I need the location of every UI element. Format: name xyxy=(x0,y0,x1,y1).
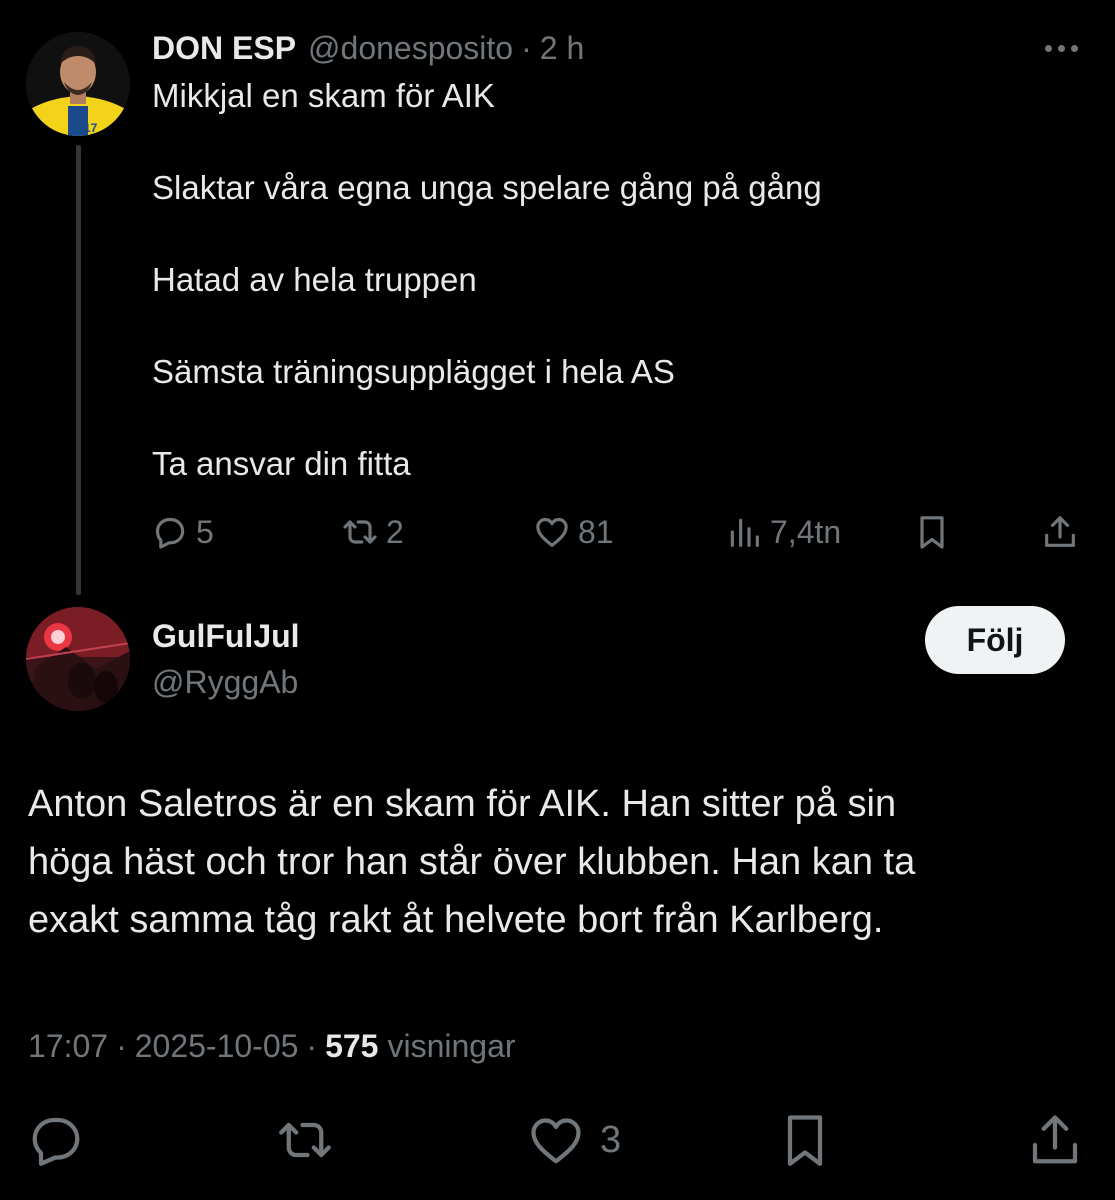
reply-button[interactable] xyxy=(26,1108,86,1172)
share-button[interactable] xyxy=(1025,1108,1085,1172)
tweet-time[interactable]: 17:07 xyxy=(28,1028,108,1065)
bookmark-icon xyxy=(787,1115,823,1166)
more-dots-icon[interactable] xyxy=(1037,32,1085,64)
bookmark-icon xyxy=(920,516,944,549)
share-button[interactable] xyxy=(1040,508,1086,556)
tweet-detail-page: 17 DON ESP @donesposito · 2 h Mikkjal en… xyxy=(0,0,1115,1200)
reply-icon xyxy=(32,1117,80,1166)
parent-handle[interactable]: @donesposito xyxy=(308,30,513,67)
main-action-bar: 3 xyxy=(0,1100,1115,1180)
heart-icon xyxy=(531,1118,581,1164)
like-button[interactable]: 3 xyxy=(526,1108,621,1172)
reply-count: 5 xyxy=(196,513,214,550)
main-tweet-text: Anton Saletros är en skam för AIK. Han s… xyxy=(28,775,1088,949)
author-handle[interactable]: @RyggAb xyxy=(152,664,298,701)
views-count: 7,4tn xyxy=(770,513,842,550)
author-display-name[interactable]: GulFulJul xyxy=(152,618,300,655)
follow-button[interactable]: Följ xyxy=(925,606,1065,674)
avatar-ryggab[interactable] xyxy=(26,607,130,711)
like-count: 3 xyxy=(600,1118,622,1161)
heart-icon xyxy=(536,517,568,547)
views-button[interactable]: 7,4tn xyxy=(724,508,841,556)
retweet-icon xyxy=(279,1122,331,1158)
meta-separator: · xyxy=(116,1027,127,1064)
parent-tweet-header: DON ESP @donesposito · 2 h xyxy=(152,28,584,68)
parent-display-name[interactable]: DON ESP xyxy=(152,30,296,67)
retweet-button[interactable]: 2 xyxy=(340,508,404,556)
share-icon xyxy=(1032,1115,1078,1164)
tweet-views-count: 575 xyxy=(325,1027,379,1064)
thread-connector-line xyxy=(76,145,81,595)
parent-timestamp[interactable]: 2 h xyxy=(540,30,584,67)
like-count: 81 xyxy=(578,513,614,550)
retweet-icon xyxy=(343,520,377,544)
svg-text:17: 17 xyxy=(84,121,98,135)
parent-action-bar: 5 2 81 7,4tn xyxy=(150,508,1085,556)
tweet-date[interactable]: 2025-10-05 xyxy=(135,1028,299,1065)
tweet-text-line: Sämsta träningsupplägget i hela AS xyxy=(152,353,675,390)
tweet-text-line: Slaktar våra egna unga spelare gång på g… xyxy=(152,169,822,206)
tweet-text-line: Hatad av hela truppen xyxy=(152,261,477,298)
retweet-count: 2 xyxy=(386,513,404,550)
reply-button[interactable]: 5 xyxy=(150,508,214,556)
tweet-text-line: Ta ansvar din fitta xyxy=(152,445,411,482)
meta-separator: · xyxy=(306,1027,318,1064)
like-button[interactable]: 81 xyxy=(532,508,614,556)
tweet-meta: 17:07 · 2025-10-05 · 575 visningar xyxy=(28,1026,516,1066)
tweet-views-label: visningar xyxy=(387,1027,516,1064)
tweet-text-line: Anton Saletros är en skam för AIK. Han s… xyxy=(28,783,897,825)
avatar-donesposito[interactable]: 17 xyxy=(26,32,130,136)
tweet-text-line: Mikkjal en skam för AIK xyxy=(152,77,495,114)
retweet-button[interactable] xyxy=(275,1108,335,1172)
header-separator: · xyxy=(521,29,532,66)
tweet-text-line: exakt samma tåg rakt åt helvete bort frå… xyxy=(28,899,884,941)
bookmark-button[interactable] xyxy=(775,1108,835,1172)
reply-icon xyxy=(155,517,185,549)
share-icon xyxy=(1045,516,1075,547)
bookmark-button[interactable] xyxy=(912,508,958,556)
tweet-text-line: höga häst och tror han står över klubben… xyxy=(28,841,916,883)
views-chart-icon xyxy=(730,518,759,547)
